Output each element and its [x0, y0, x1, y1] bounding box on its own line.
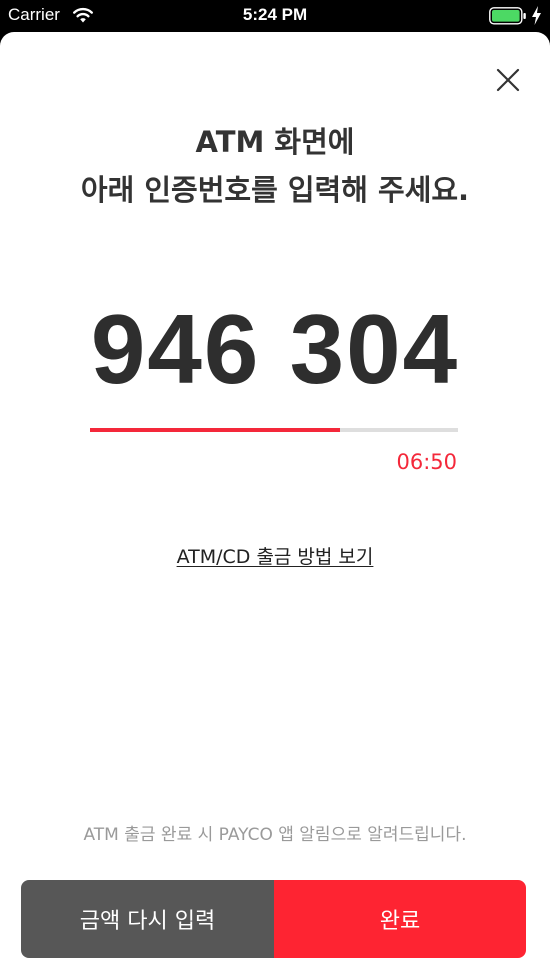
- atm-guide-link[interactable]: ATM/CD 출금 방법 보기: [0, 542, 550, 569]
- status-time: 5:24 PM: [242, 5, 308, 24]
- title-line-1: ATM 화면에: [195, 125, 355, 159]
- battery-icon: [489, 7, 526, 25]
- charging-bolt-icon: [532, 6, 541, 25]
- page-title: ATM 화면에 아래 인증번호를 입력해 주세요.: [0, 118, 550, 214]
- countdown-timer: 06:50: [396, 450, 457, 474]
- status-bar: Carrier 5:24 PM: [0, 0, 550, 32]
- bottom-button-group: 금액 다시 입력 완료: [21, 880, 526, 958]
- notification-notice: ATM 출금 완료 시 PAYCO 앱 알림으로 알려드립니다.: [83, 825, 467, 845]
- title-line-2: 아래 인증번호를 입력해 주세요.: [80, 173, 470, 207]
- timer-progress-bar: [90, 428, 458, 432]
- verification-sheet: ATM 화면에 아래 인증번호를 입력해 주세요. 946 304 06:50 …: [0, 32, 550, 980]
- verification-code: 946 304: [90, 294, 460, 404]
- close-icon[interactable]: [490, 62, 526, 98]
- reenter-amount-button[interactable]: 금액 다시 입력: [21, 880, 274, 958]
- done-button[interactable]: 완료: [274, 880, 526, 958]
- timer-progress-fill: [90, 428, 341, 432]
